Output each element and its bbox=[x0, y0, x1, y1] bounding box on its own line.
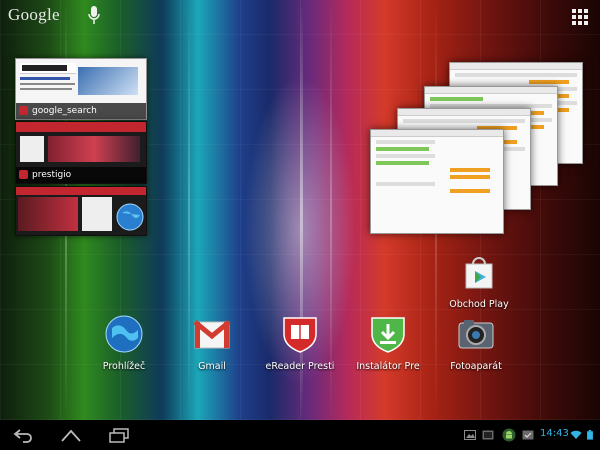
thumbnail-label-bar: prestigio bbox=[16, 167, 146, 183]
recent-apps-icon[interactable] bbox=[108, 427, 130, 443]
text-line bbox=[20, 88, 72, 90]
screenshot-icon[interactable] bbox=[482, 430, 494, 440]
gmail-icon bbox=[193, 320, 231, 349]
app-ereader-prestigio[interactable]: eReader Presti bbox=[255, 314, 345, 372]
thumbnail-block bbox=[82, 197, 112, 231]
recent-thumbnail-google-search[interactable]: google_search bbox=[15, 58, 147, 120]
camera-icon bbox=[458, 320, 494, 349]
globe-icon bbox=[116, 203, 144, 231]
thumbnail-label: prestigio bbox=[32, 170, 72, 180]
microphone-icon[interactable] bbox=[86, 5, 102, 27]
installer-icon bbox=[371, 317, 405, 353]
app-gmail[interactable]: Gmail bbox=[167, 314, 257, 372]
system-navigation-bar: 14:43 bbox=[0, 420, 600, 450]
calendar-icon[interactable] bbox=[522, 430, 534, 440]
site-header bbox=[16, 187, 146, 195]
app-label: Fotoaparát bbox=[450, 361, 502, 372]
site-logo bbox=[20, 63, 76, 74]
android-robot-icon[interactable] bbox=[502, 428, 516, 442]
app-label: Instalátor Pre bbox=[356, 361, 420, 372]
favicon-icon bbox=[19, 170, 28, 179]
status-clock[interactable]: 14:43 bbox=[540, 428, 569, 439]
all-apps-grid-icon[interactable] bbox=[572, 9, 588, 25]
app-fotoaparat[interactable]: Fotoaparát bbox=[431, 314, 521, 372]
picture-notification-icon[interactable] bbox=[464, 430, 476, 440]
play-store-icon bbox=[465, 257, 493, 289]
app-label: Prohlížeč bbox=[102, 361, 146, 372]
home-icon[interactable] bbox=[60, 427, 82, 443]
app-label: eReader Presti bbox=[265, 361, 335, 372]
thumbnail-label-bar: google_search bbox=[16, 103, 146, 119]
thumbnail-label: google_search bbox=[32, 106, 97, 116]
app-obchod-play[interactable]: Obchod Play bbox=[434, 252, 524, 310]
site-header bbox=[16, 122, 146, 132]
back-icon[interactable] bbox=[13, 427, 35, 443]
app-label: Obchod Play bbox=[449, 299, 509, 310]
thumbnail-image bbox=[78, 67, 138, 95]
recent-app-card[interactable] bbox=[370, 129, 504, 234]
thumbnail-banner bbox=[48, 136, 140, 162]
google-search-widget[interactable]: Google bbox=[8, 5, 60, 25]
ereader-shield-icon bbox=[283, 317, 317, 353]
wifi-icon bbox=[570, 430, 582, 439]
thumbnail-block bbox=[20, 136, 44, 162]
text-line bbox=[20, 83, 75, 85]
thumbnail-banner bbox=[18, 197, 78, 231]
app-prohlizec[interactable]: Prohlížeč bbox=[79, 314, 169, 372]
battery-icon bbox=[587, 430, 593, 440]
recent-thumbnail-prestigio[interactable]: prestigio bbox=[15, 121, 147, 184]
recent-thumbnail-browser[interactable] bbox=[15, 186, 147, 236]
text-line bbox=[20, 77, 70, 80]
favicon-icon bbox=[19, 106, 28, 115]
app-instalator-prestigio[interactable]: Instalátor Pre bbox=[343, 314, 433, 372]
app-label: Gmail bbox=[198, 361, 226, 372]
browser-globe-icon bbox=[105, 315, 143, 353]
